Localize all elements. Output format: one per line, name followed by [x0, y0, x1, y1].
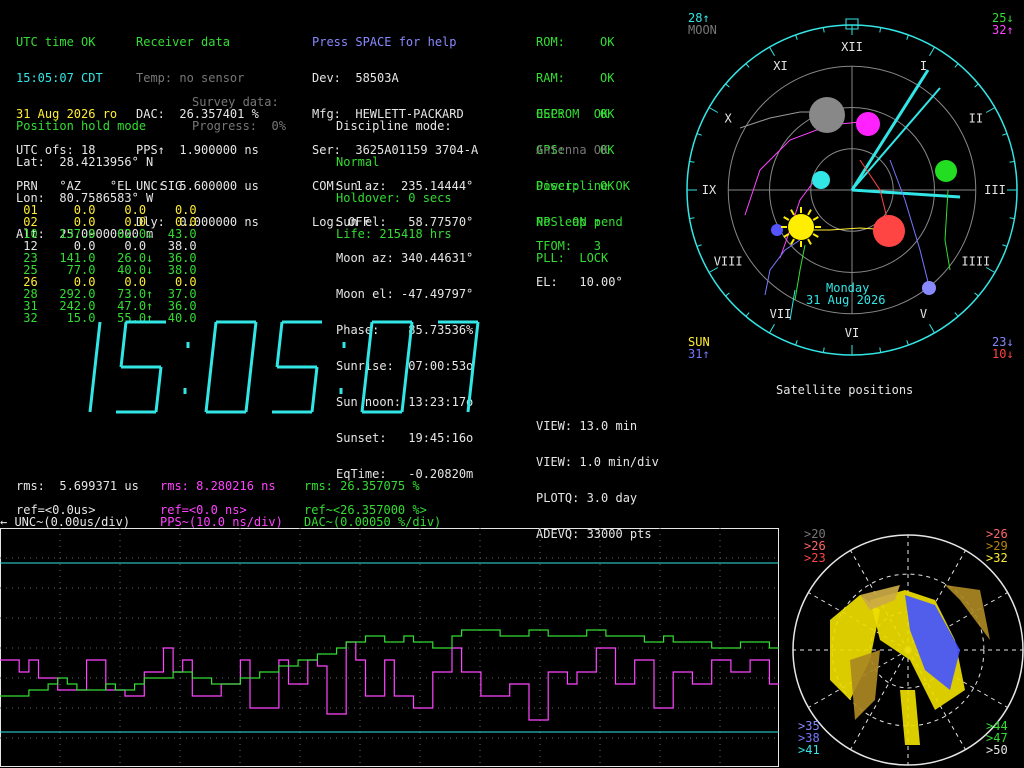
sky-hour-label: IIII: [961, 255, 990, 269]
clock-digit-segment: [275, 321, 284, 368]
clock-digit-segment: [154, 366, 163, 413]
sig-bl-2: >41: [798, 743, 820, 757]
clock-digit-segment: [466, 366, 475, 413]
sky-tick: [974, 292, 979, 297]
time-series-plot: [0, 528, 779, 767]
sat-track: [789, 289, 796, 321]
sat-track: [744, 121, 861, 216]
signal-level-region: [945, 585, 990, 640]
clock-digit-segment: [88, 366, 97, 413]
sat-track: [764, 239, 801, 296]
sky-tick: [696, 244, 702, 247]
sky-date: 31 Aug 2026: [806, 293, 886, 307]
sun-ray: [790, 209, 795, 216]
sky-tick: [954, 63, 959, 68]
clock-digit-segment: [405, 321, 414, 368]
plot-series-line: [0, 641, 779, 721]
sky-tick: [974, 83, 979, 88]
sky-tick: [879, 27, 882, 33]
sky-tick: [696, 133, 702, 136]
sky-tick: [745, 63, 750, 68]
sig-tr-2: >32: [986, 551, 1008, 565]
clock-digit-segment: [400, 366, 409, 413]
sig-br-2: >50: [986, 743, 1008, 757]
sky-tick: [1009, 217, 1015, 220]
sky-hour-label: XI: [773, 59, 787, 73]
clock-digit-segment: [471, 321, 480, 368]
sky-tick: [745, 312, 750, 317]
clock-digit-segment: [249, 321, 258, 368]
sky-hour-hand: [851, 188, 961, 199]
sky-hour-label: X: [725, 112, 733, 126]
clock-digit-segment: [119, 321, 128, 368]
clock-digit-segment: [360, 366, 369, 413]
sky-tick: [822, 27, 825, 33]
sky-tick: [769, 323, 775, 334]
sky-tick: [954, 312, 959, 317]
clock-digit-segment: [209, 321, 218, 368]
sky-tick: [769, 46, 775, 57]
sky-hour-label: III: [984, 183, 1006, 197]
sun-ray: [812, 233, 819, 238]
sky-caption: Satellite positions: [776, 383, 914, 397]
clock-digit-segment: [93, 321, 102, 368]
big-clock: [88, 320, 480, 414]
sky-tick: [725, 83, 730, 88]
sky-tick: [822, 347, 825, 353]
sky-corner-bl2: 31↑: [688, 347, 710, 361]
satellite-marker: [922, 281, 936, 295]
sun-ray: [783, 216, 790, 221]
sky-tick: [1009, 160, 1015, 163]
sat-track: [944, 189, 951, 271]
sky-hour-label: VI: [845, 326, 859, 340]
sky-tick: [725, 292, 730, 297]
sky-corner-br2: 10↓: [992, 347, 1014, 361]
sat-track: [794, 244, 806, 301]
satellite-marker: [812, 171, 830, 189]
sky-corner-tr2: 32↑: [992, 23, 1014, 37]
moon-icon: [809, 97, 845, 133]
sky-tick: [795, 340, 798, 346]
clock-digit-segment: [310, 366, 319, 413]
sky-tick: [689, 160, 695, 163]
sky-tick: [1002, 133, 1008, 136]
sky-tick: [1002, 244, 1008, 247]
sky-tick: [929, 323, 935, 334]
sky-hour-label: VIII: [714, 255, 743, 269]
satellite-marker: [935, 160, 957, 182]
sun-ray: [790, 238, 795, 245]
sky-tick: [795, 34, 798, 40]
sky-tick: [906, 340, 909, 346]
sun-ray: [807, 238, 812, 245]
signal-level-region: [900, 690, 920, 745]
sig-tl-2: >23: [804, 551, 826, 565]
signal-level-region: [850, 650, 880, 720]
sun-ray: [812, 216, 819, 221]
sky-tick: [985, 107, 996, 113]
sky-tick: [906, 34, 909, 40]
satellite-marker: [873, 215, 905, 247]
sky-hour-label: IX: [702, 183, 717, 197]
sky-tick: [689, 217, 695, 220]
satellite-marker: [856, 112, 880, 136]
sky-corner-tl2: MOON: [688, 23, 717, 37]
sky-tick: [929, 46, 935, 57]
sun-icon: [788, 214, 814, 240]
sky-hour-label: VII: [770, 307, 792, 321]
plot-series-line: [0, 629, 779, 697]
sky-hour-label: XII: [841, 40, 863, 54]
sun-ray: [807, 209, 812, 216]
clock-digit-segment: [244, 366, 253, 413]
clock-digit-segment: [204, 366, 213, 413]
sky-hour-label: II: [969, 112, 983, 126]
clock-digit-segment: [365, 321, 374, 368]
plot-frame: [0, 528, 779, 767]
sky-tick: [708, 107, 719, 113]
satellite-marker: [771, 224, 783, 236]
sky-hour-label: V: [920, 307, 927, 321]
sky-tick: [879, 347, 882, 353]
